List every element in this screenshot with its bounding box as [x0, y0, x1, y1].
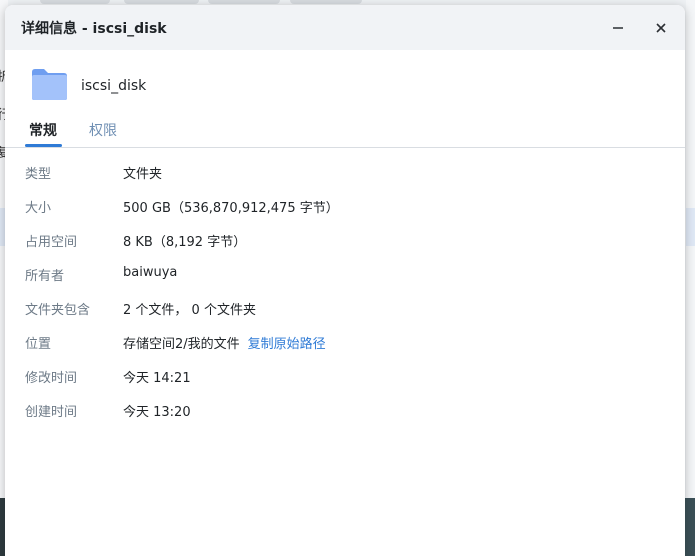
folder-icon	[32, 69, 67, 100]
background-tab	[124, 0, 199, 4]
location-path: 存储空间2/我的文件	[123, 337, 240, 352]
background-tab	[290, 0, 362, 4]
dialog-titlebar[interactable]: 详细信息 - iscsi_disk	[5, 5, 685, 50]
tab-bar: 常规 权限	[5, 115, 685, 148]
property-label: 位置	[25, 337, 52, 352]
property-label: 占用空间	[25, 235, 78, 250]
property-row-owner: 所有者 baiwuya	[5, 257, 685, 291]
property-row-created: 创建时间 今天 13:20	[5, 393, 685, 427]
property-value: 今天 14:21	[123, 371, 191, 386]
property-value: 8 KB（8,192 字节）	[123, 235, 247, 250]
minimize-button[interactable]	[605, 15, 631, 41]
property-label: 大小	[25, 201, 52, 216]
background-tab	[208, 0, 280, 4]
property-row-location: 位置 存储空间2/我的文件 复制原始路径	[5, 325, 685, 359]
minimize-icon	[613, 27, 623, 29]
close-icon	[656, 23, 666, 33]
property-value: 今天 13:20	[123, 405, 191, 420]
property-value: 2 个文件， 0 个文件夹	[123, 303, 256, 318]
property-label: 文件夹包含	[25, 303, 91, 318]
property-row-contains: 文件夹包含 2 个文件， 0 个文件夹	[5, 291, 685, 325]
dialog-title: 详细信息 - iscsi_disk	[21, 21, 167, 37]
property-label: 创建时间	[25, 405, 78, 420]
active-tab-indicator	[25, 144, 62, 147]
property-label: 类型	[25, 167, 52, 182]
tab-general[interactable]: 常规	[29, 120, 57, 140]
background-tab	[40, 0, 110, 4]
copy-original-path-link[interactable]: 复制原始路径	[248, 337, 326, 352]
property-value: 500 GB（536,870,912,475 字节）	[123, 201, 339, 216]
property-label: 修改时间	[25, 371, 78, 386]
details-dialog: 详细信息 - iscsi_disk iscsi_disk 常规 权限 类型 文件…	[5, 5, 685, 556]
tab-permissions[interactable]: 权限	[89, 120, 117, 140]
background-right-panel	[686, 0, 695, 556]
property-row-type: 类型 文件夹	[5, 155, 685, 189]
property-label: 所有者	[25, 269, 65, 284]
property-row-size: 大小 500 GB（536,870,912,475 字节）	[5, 189, 685, 223]
property-row-modified: 修改时间 今天 14:21	[5, 359, 685, 393]
property-value: 文件夹	[123, 167, 163, 182]
item-name: iscsi_disk	[81, 78, 147, 94]
property-value: baiwuya	[123, 265, 178, 280]
property-value-location: 存储空间2/我的文件 复制原始路径	[123, 333, 326, 352]
close-button[interactable]	[648, 15, 674, 41]
property-row-used-space: 占用空间 8 KB（8,192 字节）	[5, 223, 685, 257]
background-selected-row	[686, 208, 695, 246]
